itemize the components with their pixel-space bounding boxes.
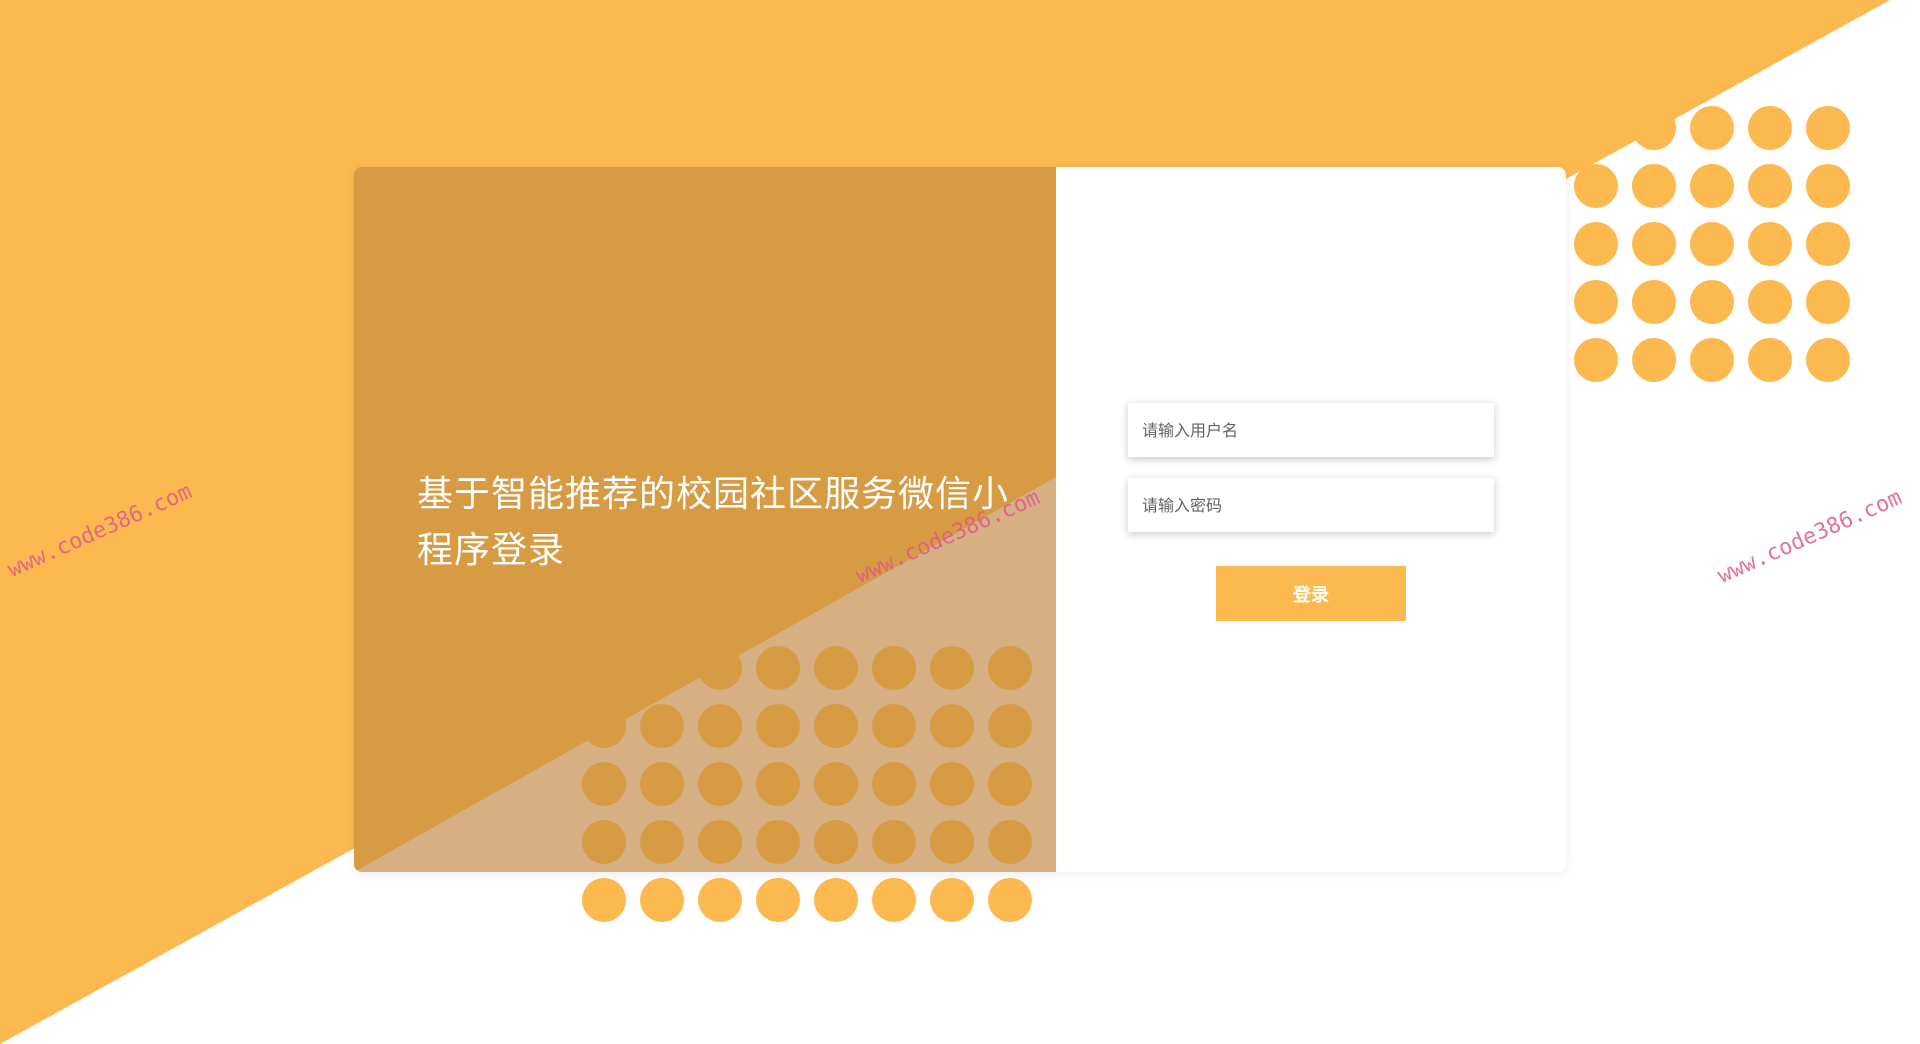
username-input[interactable] bbox=[1128, 403, 1494, 457]
login-button[interactable]: 登录 bbox=[1216, 566, 1406, 621]
login-title: 基于智能推荐的校园社区服务微信小程序登录 bbox=[417, 474, 1010, 571]
login-page: 基于智能推荐的校园社区服务微信小程序登录 登录 www.code386.com … bbox=[0, 0, 1920, 1044]
username-field-wrapper bbox=[1128, 403, 1494, 457]
login-form: 登录 bbox=[1056, 167, 1566, 872]
password-input[interactable] bbox=[1128, 478, 1494, 532]
decorative-dots-top-right bbox=[1574, 106, 1850, 382]
password-field-wrapper bbox=[1128, 478, 1494, 532]
login-card-banner: 基于智能推荐的校园社区服务微信小程序登录 bbox=[354, 167, 1056, 872]
banner-dots bbox=[582, 646, 1032, 864]
